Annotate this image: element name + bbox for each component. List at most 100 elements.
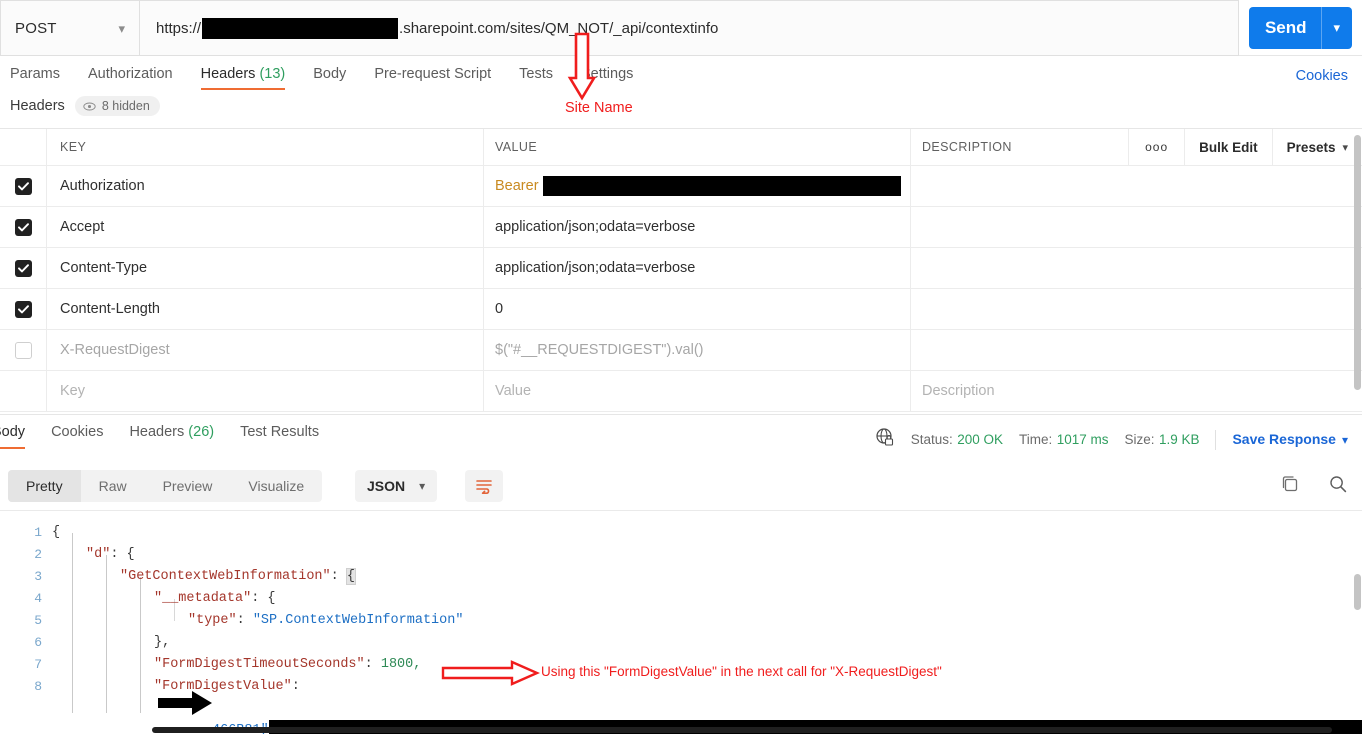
annotation-site-name: Site Name (565, 100, 633, 116)
line-number: 7 (34, 657, 42, 672)
code-line: "FormDigestValue": (52, 676, 1362, 698)
row-value-cell[interactable]: application/json;odata=verbose (484, 248, 911, 288)
time-label: Time: (1018, 431, 1053, 447)
globe-lock-icon[interactable] (875, 427, 895, 452)
tab-authorization[interactable]: Authorization (88, 66, 173, 90)
cookies-link[interactable]: Cookies (1296, 68, 1348, 84)
table-row[interactable]: Content-Length 0 (0, 289, 1362, 330)
tab-params[interactable]: Params (10, 66, 60, 90)
row-checkbox[interactable] (14, 300, 32, 318)
send-button[interactable]: Send ▾ (1248, 6, 1353, 49)
status-value: 200 OK (957, 431, 1003, 447)
request-tabs-area: Params Authorization Headers (13) Body P… (0, 56, 1362, 128)
line-number: 5 (34, 613, 42, 628)
language-selector[interactable]: JSON ▾ (355, 470, 438, 502)
bulk-edit-button[interactable]: Bulk Edit (1184, 129, 1272, 165)
code-vertical-scrollbar[interactable] (1354, 574, 1361, 610)
request-pane-scrollbar[interactable] (1354, 135, 1361, 390)
row-key-cell[interactable]: X-RequestDigest (47, 330, 484, 370)
new-description-placeholder: Description (922, 383, 995, 399)
response-tab-body[interactable]: Body (0, 424, 26, 449)
more-options-icon[interactable]: ooo (1128, 129, 1184, 165)
table-row[interactable]: Accept application/json;odata=verbose (0, 207, 1362, 248)
new-description-input[interactable]: Description (911, 371, 1362, 411)
http-method-selector[interactable]: POST ▾ (0, 0, 139, 56)
new-key-placeholder: Key (60, 383, 85, 399)
row-value-cell[interactable]: 0 (484, 289, 911, 329)
code-text: "d" (86, 547, 111, 562)
line-number: 6 (34, 635, 42, 650)
code-line: }, (52, 632, 1362, 654)
new-value-input[interactable]: Value (484, 371, 911, 411)
url-input[interactable]: https:// .sharepoint.com/sites/QM_NOT/_ap… (139, 0, 1239, 56)
tab-settings[interactable]: Settings (581, 66, 633, 90)
tab-headers[interactable]: Headers (13) (200, 66, 286, 90)
code-text: }, (154, 635, 171, 650)
row-description-cell[interactable] (911, 166, 1362, 206)
table-row[interactable]: Content-Type application/json;odata=verb… (0, 248, 1362, 289)
send-button-label: Send (1264, 17, 1307, 37)
row-checkbox-cell (0, 166, 47, 206)
response-tab-cookies[interactable]: Cookies (51, 424, 103, 449)
code-line: { (52, 522, 1362, 544)
row-description-cell[interactable] (911, 289, 1362, 329)
tab-tests[interactable]: Tests (519, 66, 553, 90)
view-pretty[interactable]: Pretty (8, 470, 81, 502)
word-wrap-icon[interactable] (465, 470, 503, 502)
code-horizontal-scrollbar[interactable] (152, 727, 1332, 733)
row-value: 0 (495, 301, 504, 317)
chevron-down-icon: ▾ (1341, 432, 1348, 447)
row-key-cell[interactable]: Content-Length (47, 289, 484, 329)
row-description-cell[interactable] (911, 207, 1362, 247)
header-cell-checkbox (0, 129, 47, 165)
row-checkbox[interactable] (14, 259, 32, 277)
row-description-cell[interactable] (911, 330, 1362, 370)
row-value: application/json;odata=verbose (495, 260, 696, 276)
tab-label: Settings (581, 66, 634, 82)
response-body-code[interactable]: 1 2 3 4 5 6 7 8 { "d": { "GetContextWebI… (0, 510, 1362, 734)
response-tab-headers[interactable]: Headers (26) (129, 424, 214, 449)
row-key-cell[interactable]: Content-Type (47, 248, 484, 288)
authorization-redaction-bar (542, 176, 901, 196)
response-view-segments: Pretty Raw Preview Visualize (8, 470, 323, 502)
tab-count: (13) (259, 66, 286, 82)
view-raw[interactable]: Raw (81, 470, 145, 502)
table-row[interactable]: Authorization Bearer (0, 166, 1362, 207)
code-text: { (52, 525, 61, 540)
code-line: " (52, 698, 1362, 734)
row-checkbox[interactable] (14, 341, 32, 359)
table-placeholder-row[interactable]: Key Value Description (0, 371, 1362, 412)
hidden-headers-toggle[interactable]: 8 hidden (74, 96, 160, 116)
row-checkbox-cell (0, 207, 47, 247)
status-label: Status: (910, 431, 953, 447)
view-visualize[interactable]: Visualize (230, 470, 322, 502)
code-line: "GetContextWebInformation": { (52, 566, 1362, 588)
row-value-cell[interactable]: application/json;odata=verbose (484, 207, 911, 247)
row-description-cell[interactable] (911, 248, 1362, 288)
tab-pre-request-script[interactable]: Pre-request Script (374, 66, 491, 90)
annotation-form-digest: Using this "FormDigestValue" in the next… (541, 664, 942, 679)
view-preview[interactable]: Preview (145, 470, 231, 502)
row-checkbox[interactable] (14, 177, 32, 195)
tab-body[interactable]: Body (313, 66, 346, 90)
row-checkbox[interactable] (14, 218, 32, 236)
presets-dropdown[interactable]: Presets ▾ (1271, 129, 1362, 165)
row-key: X-RequestDigest (60, 342, 170, 358)
tab-label: Pre-request Script (374, 66, 492, 82)
row-key: Content-Length (60, 301, 160, 317)
new-key-input[interactable]: Key (47, 371, 484, 411)
search-icon[interactable] (1328, 474, 1348, 499)
save-response-button[interactable]: Save Response ▾ (1232, 431, 1348, 449)
row-key-cell[interactable]: Authorization (47, 166, 484, 206)
chevron-down-icon[interactable]: ▾ (1322, 7, 1353, 49)
response-bar: Body Cookies Headers (26) Test Results S… (0, 414, 1362, 462)
table-row[interactable]: X-RequestDigest $("#__REQUESTDIGEST").va… (0, 330, 1362, 371)
row-checkbox-cell (0, 248, 47, 288)
line-number: 8 (34, 679, 42, 694)
row-value-cell[interactable]: Bearer (484, 166, 911, 206)
row-value-cell[interactable]: $("#__REQUESTDIGEST").val() (484, 330, 911, 370)
line-number: 1 (34, 525, 42, 540)
copy-icon[interactable] (1280, 474, 1300, 499)
response-tab-test-results[interactable]: Test Results (240, 424, 319, 449)
row-key-cell[interactable]: Accept (47, 207, 484, 247)
